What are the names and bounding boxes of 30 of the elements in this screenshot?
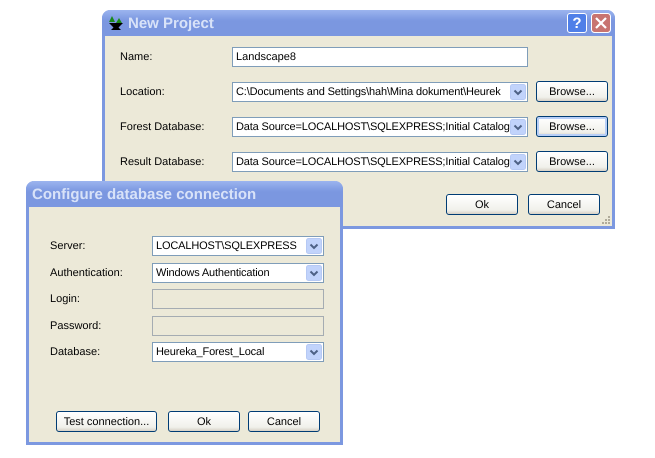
field-label: Password: bbox=[50, 320, 102, 332]
field-label: Result Database: bbox=[120, 156, 206, 168]
field-label: Server: bbox=[50, 240, 86, 252]
window-title: Configure database connection bbox=[32, 186, 258, 202]
dropdown-field[interactable]: C:\Documents and Settings\hah\Mina dokument\Heurek bbox=[232, 82, 528, 102]
dialog-button[interactable]: Ok bbox=[168, 411, 240, 432]
input-field[interactable]: Landscape8 bbox=[232, 47, 528, 67]
field-label: Database: bbox=[50, 346, 102, 358]
field-label: Forest Database: bbox=[120, 120, 206, 132]
browse-button[interactable]: Browse... bbox=[536, 151, 608, 172]
dialog-button[interactable]: Test connection... bbox=[56, 411, 157, 432]
close-icon[interactable] bbox=[591, 13, 611, 33]
field-label: Login: bbox=[50, 293, 81, 305]
dialog-button[interactable]: Ok bbox=[446, 194, 518, 215]
help-button[interactable]: ? bbox=[567, 13, 587, 33]
field-label: Location: bbox=[120, 86, 166, 98]
dropdown-field[interactable]: Data Source=LOCALHOST\SQLEXPRESS;Initial Catalog bbox=[232, 116, 528, 136]
browse-button[interactable]: Browse... bbox=[536, 81, 608, 102]
dialog-button[interactable]: Cancel bbox=[528, 194, 600, 215]
dropdown-field[interactable]: Data Source=LOCALHOST\SQLEXPRESS;Initial Catalog bbox=[232, 152, 528, 172]
window-title: New Project bbox=[128, 14, 215, 32]
dropdown-field[interactable]: Windows Authentication bbox=[152, 262, 324, 282]
dialog-button[interactable]: Cancel bbox=[248, 411, 320, 432]
field-label: Authentication: bbox=[50, 266, 124, 278]
resize-grip-icon[interactable] bbox=[601, 215, 611, 225]
dropdown-field[interactable]: Heureka_Forest_Local bbox=[152, 342, 324, 362]
tree-icon bbox=[108, 15, 124, 31]
dropdown-field[interactable]: LOCALHOST\SQLEXPRESS bbox=[152, 236, 324, 256]
field-label: Name: bbox=[120, 51, 154, 63]
browse-button[interactable]: Browse... bbox=[536, 116, 608, 137]
